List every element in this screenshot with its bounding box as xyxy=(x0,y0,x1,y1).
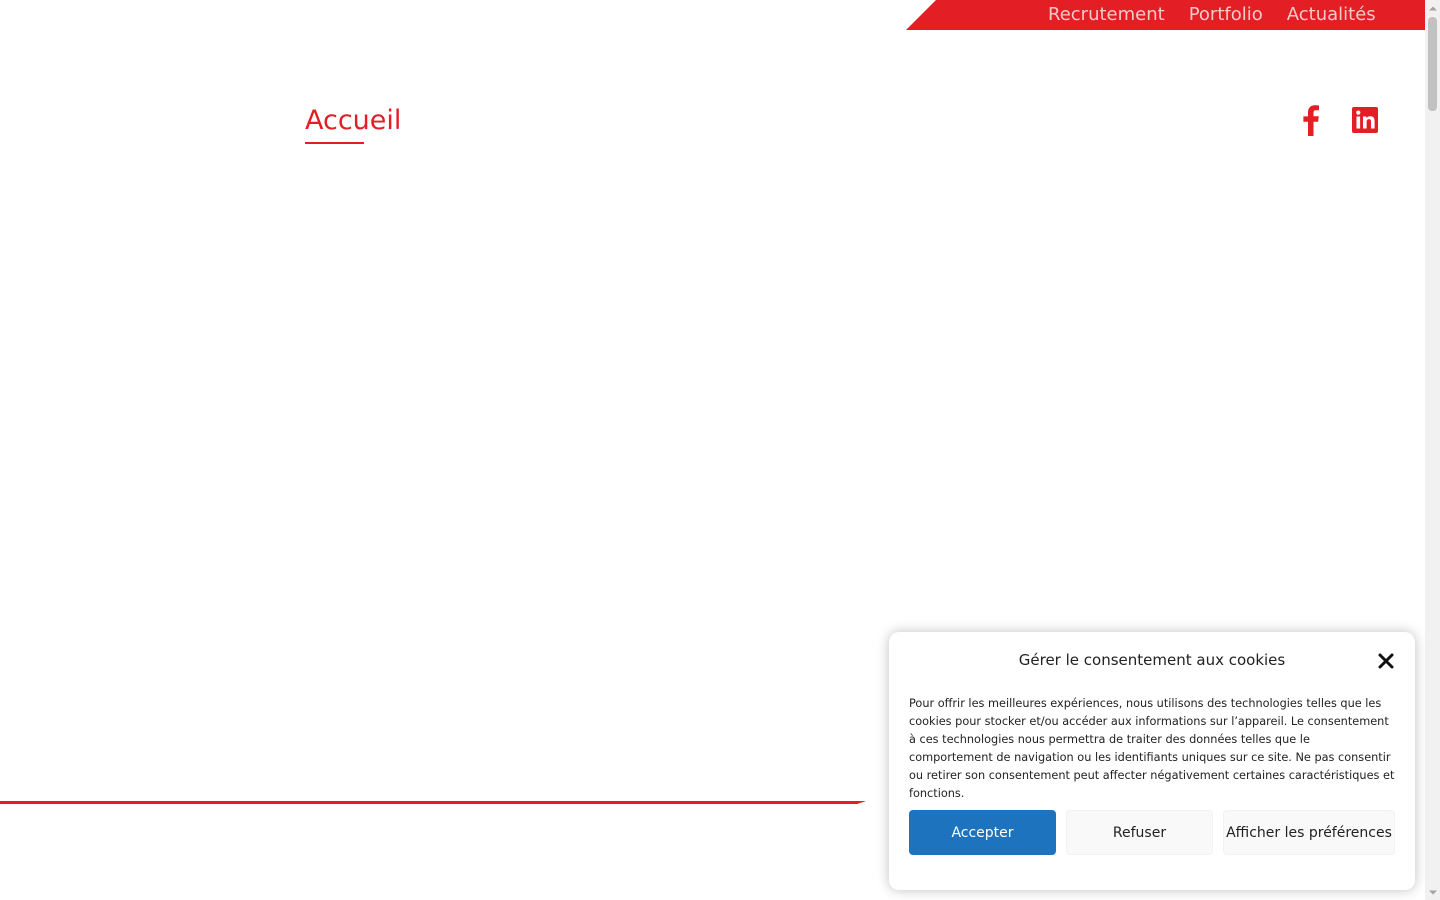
scroll-down-icon[interactable] xyxy=(1425,885,1440,900)
nav-link-actualites[interactable]: Actualités xyxy=(1287,0,1376,30)
nav-link-portfolio[interactable]: Portfolio xyxy=(1189,0,1263,30)
footer-divider xyxy=(0,801,866,804)
social-links xyxy=(1296,104,1380,136)
cookie-dialog-title: Gérer le consentement aux cookies xyxy=(1018,651,1286,669)
view-preferences-button[interactable]: Afficher les préférences xyxy=(1223,810,1395,855)
refuse-button[interactable]: Refuser xyxy=(1066,810,1213,855)
close-icon[interactable] xyxy=(1377,652,1395,670)
scrollbar-thumb[interactable] xyxy=(1428,17,1437,111)
page-scrollbar[interactable] xyxy=(1425,0,1440,900)
scroll-up-icon[interactable] xyxy=(1425,0,1440,15)
home-link-underline xyxy=(305,142,364,144)
home-link[interactable]: Accueil xyxy=(305,104,401,138)
linkedin-icon[interactable] xyxy=(1350,104,1380,136)
nav-link-recrutement[interactable]: Recrutement xyxy=(1048,0,1165,30)
facebook-icon[interactable] xyxy=(1296,104,1326,136)
cookie-consent-dialog: Gérer le consentement aux cookies Pour o… xyxy=(889,632,1415,890)
cookie-dialog-actions: Accepter Refuser Afficher les préférence… xyxy=(909,810,1395,855)
top-nav: Recrutement Portfolio Actualités xyxy=(1048,0,1376,30)
cookie-dialog-message: Pour offrir les meilleures expériences, … xyxy=(909,697,1395,800)
page: Recrutement Portfolio Actualités Accueil xyxy=(0,0,1440,900)
accept-button[interactable]: Accepter xyxy=(909,810,1056,855)
